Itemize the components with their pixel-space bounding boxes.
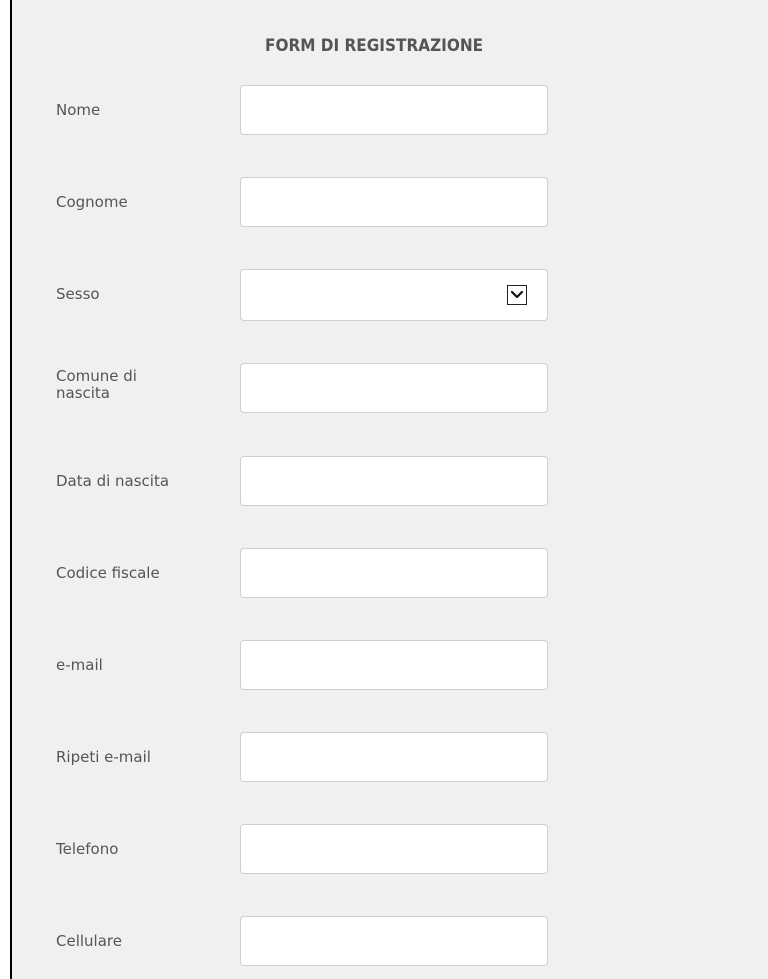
field-row-comune-di-nascita: Comune di nascita [12,363,768,415]
field-row-data-di-nascita: Data di nascita [12,456,768,508]
field-row-nome: Nome [12,85,768,137]
field-row-cognome: Cognome [12,177,768,229]
form-title: FORM DI REGISTRAZIONE [265,36,484,56]
email-input[interactable] [240,640,548,690]
field-row-ripeti-email: Ripeti e-mail [12,732,768,784]
field-row-sesso: Sesso [12,269,768,321]
sesso-select[interactable] [240,269,548,321]
codice-fiscale-label: Codice fiscale [56,564,160,582]
field-row-email: e-mail [12,640,768,692]
telefono-input[interactable] [240,824,548,874]
data-di-nascita-label: Data di nascita [56,472,170,490]
codice-fiscale-input[interactable] [240,548,548,598]
comune-di-nascita-label: Comune di nascita [56,367,137,402]
cellulare-input[interactable] [240,916,548,966]
chevron-down-icon[interactable] [507,285,527,305]
data-di-nascita-input[interactable] [240,456,548,506]
ripeti-email-label: Ripeti e-mail [56,748,151,766]
registration-form-panel: FORM DI REGISTRAZIONE Nome Cognome Sesso… [10,0,768,979]
email-label: e-mail [56,656,103,674]
ripeti-email-input[interactable] [240,732,548,782]
cognome-input[interactable] [240,177,548,227]
field-row-telefono: Telefono [12,824,768,876]
nome-label: Nome [56,101,101,119]
telefono-label: Telefono [56,840,119,858]
field-row-codice-fiscale: Codice fiscale [12,548,768,600]
sesso-label: Sesso [56,285,100,303]
cellulare-label: Cellulare [56,932,122,950]
nome-input[interactable] [240,85,548,135]
cognome-label: Cognome [56,193,128,211]
field-row-cellulare: Cellulare [12,916,768,968]
comune-di-nascita-input[interactable] [240,363,548,413]
